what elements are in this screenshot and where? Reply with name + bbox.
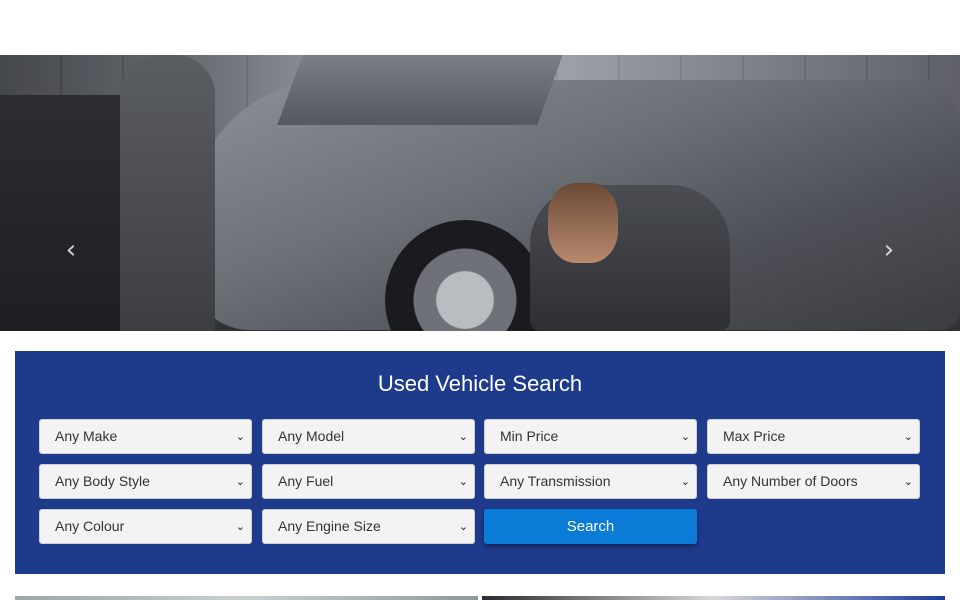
transmission-select-value: Any Transmission — [500, 473, 611, 489]
min-price-select-value: Min Price — [500, 428, 559, 444]
engine-size-select-value: Any Engine Size — [278, 518, 381, 534]
mechanic-head — [548, 183, 618, 263]
colour-select-value: Any Colour — [55, 518, 125, 534]
chevron-down-icon: ⌄ — [235, 475, 245, 488]
carousel-prev-arrow-icon[interactable]: ‹ — [56, 235, 86, 265]
promo-thumbnail[interactable] — [482, 596, 945, 600]
chevron-down-icon: ⌄ — [680, 475, 690, 488]
make-select[interactable]: Any Make ⌄ — [39, 419, 252, 454]
max-price-select-value: Max Price — [723, 428, 786, 444]
promo-thumbnails — [15, 596, 945, 600]
top-header-bar — [0, 0, 960, 55]
model-select-value: Any Model — [278, 428, 345, 444]
car-hood — [277, 55, 563, 125]
promo-thumbnail[interactable] — [15, 596, 478, 600]
chevron-down-icon: ⌄ — [680, 430, 690, 443]
body-style-select[interactable]: Any Body Style ⌄ — [39, 464, 252, 499]
doors-select[interactable]: Any Number of Doors ⌄ — [707, 464, 920, 499]
search-title: Used Vehicle Search — [377, 371, 583, 396]
chevron-down-icon: ⌄ — [458, 520, 468, 533]
model-select[interactable]: Any Model ⌄ — [262, 419, 475, 454]
fuel-select[interactable]: Any Fuel ⌄ — [262, 464, 475, 499]
tool-cabinet — [0, 95, 120, 331]
colour-select[interactable]: Any Colour ⌄ — [39, 509, 252, 544]
chevron-down-icon: ⌄ — [235, 430, 245, 443]
engine-size-select[interactable]: Any Engine Size ⌄ — [262, 509, 475, 544]
search-button[interactable]: Search — [484, 509, 697, 544]
doors-select-value: Any Number of Doors — [723, 473, 858, 489]
make-select-value: Any Make — [55, 428, 118, 444]
body-style-select-value: Any Body Style — [55, 473, 150, 489]
chevron-down-icon: ⌄ — [903, 475, 913, 488]
min-price-select[interactable]: Min Price ⌄ — [484, 419, 697, 454]
chevron-down-icon: ⌄ — [903, 430, 913, 443]
mechanic-standing — [120, 55, 215, 331]
carousel-next-arrow-icon[interactable]: › — [874, 235, 904, 265]
hero-carousel: ‹ › — [0, 55, 960, 331]
chevron-down-icon: ⌄ — [458, 475, 468, 488]
chevron-down-icon: ⌄ — [235, 520, 245, 533]
fuel-select-value: Any Fuel — [278, 473, 334, 489]
chevron-down-icon: ⌄ — [458, 430, 468, 443]
transmission-select[interactable]: Any Transmission ⌄ — [484, 464, 697, 499]
max-price-select[interactable]: Max Price ⌄ — [707, 419, 920, 454]
used-vehicle-search-panel: Used Vehicle Search Any Make ⌄ Any Model… — [15, 351, 945, 574]
